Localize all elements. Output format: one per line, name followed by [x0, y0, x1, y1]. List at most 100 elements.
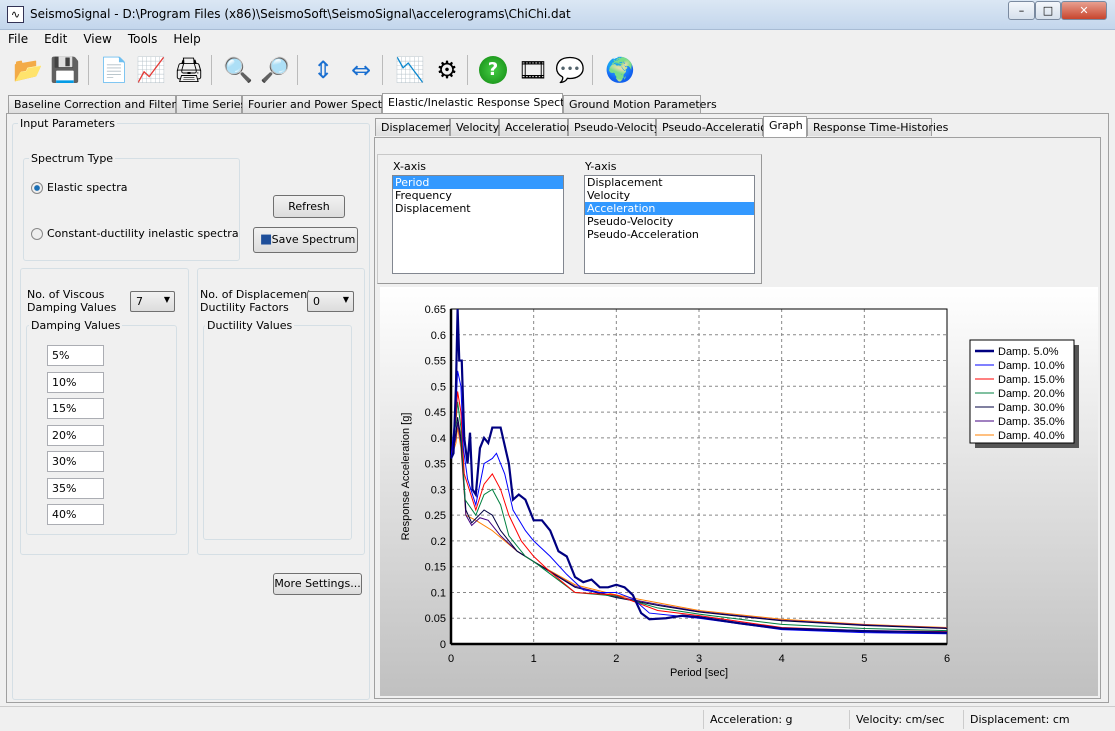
ductility-values-group	[203, 325, 352, 540]
list-option[interactable]: Period	[393, 176, 563, 189]
maximize-button[interactable]: □	[1035, 1, 1061, 20]
signal-document-icon[interactable]: 📈	[134, 53, 168, 87]
damping-value-input[interactable]: 10%	[47, 371, 104, 393]
damping-values-label: Damping Values	[29, 319, 123, 332]
window-title: SeismoSignal - D:\Program Files (x86)\Se…	[30, 7, 571, 21]
legend-entry: Damp. 5.0%	[998, 346, 1059, 358]
y-axis-list[interactable]: Displacement Velocity Acceleration Pseudo-V…	[584, 175, 755, 274]
minimize-button[interactable]: –	[1008, 1, 1035, 20]
y-tick-label: 0.5	[431, 381, 446, 393]
x-tick-label: 5	[861, 653, 867, 665]
response-spectrum-chart: 0 1 2 3 4 5 6 0 0.05 0.1 0.15 0.2 0.25 0.3 0.35 0.4 0.45…	[400, 304, 1079, 679]
save-icon: ■	[260, 232, 273, 247]
viscous-label-line2: Damping Values	[27, 301, 117, 314]
y-tick-label: 0.15	[425, 562, 446, 574]
tab-ground-motion-parameters[interactable]: Ground Motion Parameters	[563, 95, 717, 113]
ductility-count-select[interactable]: 0 ▼	[307, 291, 354, 312]
legend-entry: Damp. 35.0%	[998, 416, 1065, 428]
subtab-response-time-histories[interactable]: Response Time-Histories	[807, 118, 948, 136]
document-icon[interactable]: 📄	[97, 53, 131, 87]
open-folder-icon[interactable]: 📂	[11, 53, 45, 87]
menu-file[interactable]: File	[0, 30, 36, 46]
status-acceleration: Acceleration: g	[703, 710, 849, 729]
chat-icon[interactable]: 💬	[553, 53, 587, 87]
x-axis-list[interactable]: Period Frequency Displacement	[392, 175, 564, 274]
print-icon[interactable]: 🖨	[172, 53, 206, 87]
chart-icon[interactable]: 📉	[393, 53, 427, 87]
viscous-count-value: 7	[136, 295, 143, 308]
ductility-label-line2: Ductility Factors	[200, 301, 289, 314]
menu-edit[interactable]: Edit	[36, 30, 75, 46]
damping-value-input[interactable]: 35%	[47, 477, 104, 499]
toolbar: 📂 💾 📄 📈 🖨 🔍 🔎 ⇕ ⇔ 📉 ⚙? 🎞 💬 🌍	[0, 50, 1115, 92]
y-tick-label: 0.1	[431, 587, 446, 599]
ductility-values-label: Ductility Values	[205, 319, 295, 332]
help-icon[interactable]: ?	[479, 56, 507, 84]
subtab-pseudo-velocity[interactable]: Pseudo-Velocity	[568, 118, 660, 136]
more-settings-button[interactable]: More Settings...	[273, 573, 362, 595]
gear-icon[interactable]: ⚙	[430, 53, 464, 87]
damping-value-input[interactable]: 40%	[47, 504, 104, 525]
menu-tools[interactable]: Tools	[120, 30, 166, 46]
list-option[interactable]: Pseudo-Acceleration	[585, 228, 754, 241]
input-parameters-label: Input Parameters	[18, 117, 117, 130]
y-axis-label: Y-axis	[585, 160, 617, 173]
damping-value-input[interactable]: 5%	[47, 345, 104, 366]
damping-value-input[interactable]: 15%	[47, 398, 104, 419]
x-tick-label: 6	[944, 653, 950, 665]
vertical-arrows-icon[interactable]: ⇕	[306, 53, 340, 87]
toolbar-separator	[467, 55, 468, 85]
x-axis-title: Period [sec]	[670, 667, 728, 679]
x-tick-label: 0	[448, 653, 454, 665]
tab-baseline-correction-and-filtering[interactable]: Baseline Correction and Filtering	[8, 95, 193, 113]
tab-time-series[interactable]: Time Series	[176, 95, 246, 113]
zoom-out-icon[interactable]: 🔎	[258, 53, 292, 87]
y-tick-label: 0.25	[425, 510, 446, 522]
close-button[interactable]: ✕	[1061, 1, 1107, 20]
list-option[interactable]: Displacement	[585, 176, 754, 189]
damping-value-input[interactable]: 30%	[47, 451, 104, 472]
subtab-displacement[interactable]: Displacement	[375, 118, 457, 136]
elastic-radio[interactable]	[31, 182, 43, 194]
y-tick-label: 0.05	[425, 613, 446, 625]
menu-view[interactable]: View	[75, 30, 119, 46]
list-option[interactable]: Frequency	[393, 189, 563, 202]
ductility-factors-label: No. of Displacement Ductility Factors	[200, 288, 311, 314]
menu-help[interactable]: Help	[165, 30, 208, 46]
film-reel-icon[interactable]: 🎞	[516, 53, 550, 87]
zoom-in-icon[interactable]: 🔍	[221, 53, 255, 87]
subtab-velocity[interactable]: Velocity	[450, 118, 499, 136]
y-tick-label: 0.55	[425, 356, 446, 368]
damping-value-input[interactable]: 20%	[47, 424, 104, 446]
inelastic-radio[interactable]	[31, 228, 43, 240]
save-icon[interactable]: 💾	[48, 53, 82, 87]
tab-fourier-and-power-spectra[interactable]: Fourier and Power Spectra	[242, 95, 393, 113]
ductility-count-value: 0	[313, 295, 320, 308]
tab-elastic-inelastic-response-spectra[interactable]: Elastic/Inelastic Response Spectra	[382, 93, 576, 114]
y-tick-label: 0.3	[431, 484, 446, 496]
horizontal-arrows-icon[interactable]: ⇔	[344, 53, 378, 87]
legend-entry: Damp. 10.0%	[998, 360, 1065, 372]
viscous-count-select[interactable]: 7 ▼	[130, 291, 175, 312]
main-tabs: Baseline Correction and Filtering Time Se…	[8, 93, 1108, 114]
subtab-graph[interactable]: Graph	[763, 116, 807, 137]
globe-icon[interactable]: 🌍	[603, 53, 637, 87]
legend-entry: Damp. 40.0%	[998, 430, 1065, 442]
inelastic-label[interactable]: Constant-ductility inelastic spectra	[47, 227, 239, 240]
list-option[interactable]: Displacement	[393, 202, 563, 215]
list-option[interactable]: Acceleration	[585, 202, 754, 215]
x-tick-label: 1	[531, 653, 537, 665]
chart-area: 0 1 2 3 4 5 6 0 0.05 0.1 0.15 0.2 0.25 0.3 0.35 0.4 0.45…	[380, 287, 1098, 696]
toolbar-separator	[88, 55, 89, 85]
refresh-button[interactable]: Refresh	[273, 195, 345, 218]
list-option[interactable]: Pseudo-Velocity	[585, 215, 754, 228]
subtab-acceleration[interactable]: Acceleration	[499, 118, 573, 136]
save-spectrum-button[interactable]: ■ Save Spectrum	[253, 227, 358, 253]
subtab-pseudo-acceleration[interactable]: Pseudo-Acceleration	[656, 118, 774, 136]
status-velocity: Velocity: cm/sec	[849, 710, 963, 729]
elastic-label[interactable]: Elastic spectra	[47, 181, 128, 194]
toolbar-separator	[211, 55, 212, 85]
list-option[interactable]: Velocity	[585, 189, 754, 202]
status-bar: Acceleration: g Velocity: cm/sec Displac…	[0, 706, 1115, 731]
y-tick-label: 0.45	[425, 407, 446, 419]
